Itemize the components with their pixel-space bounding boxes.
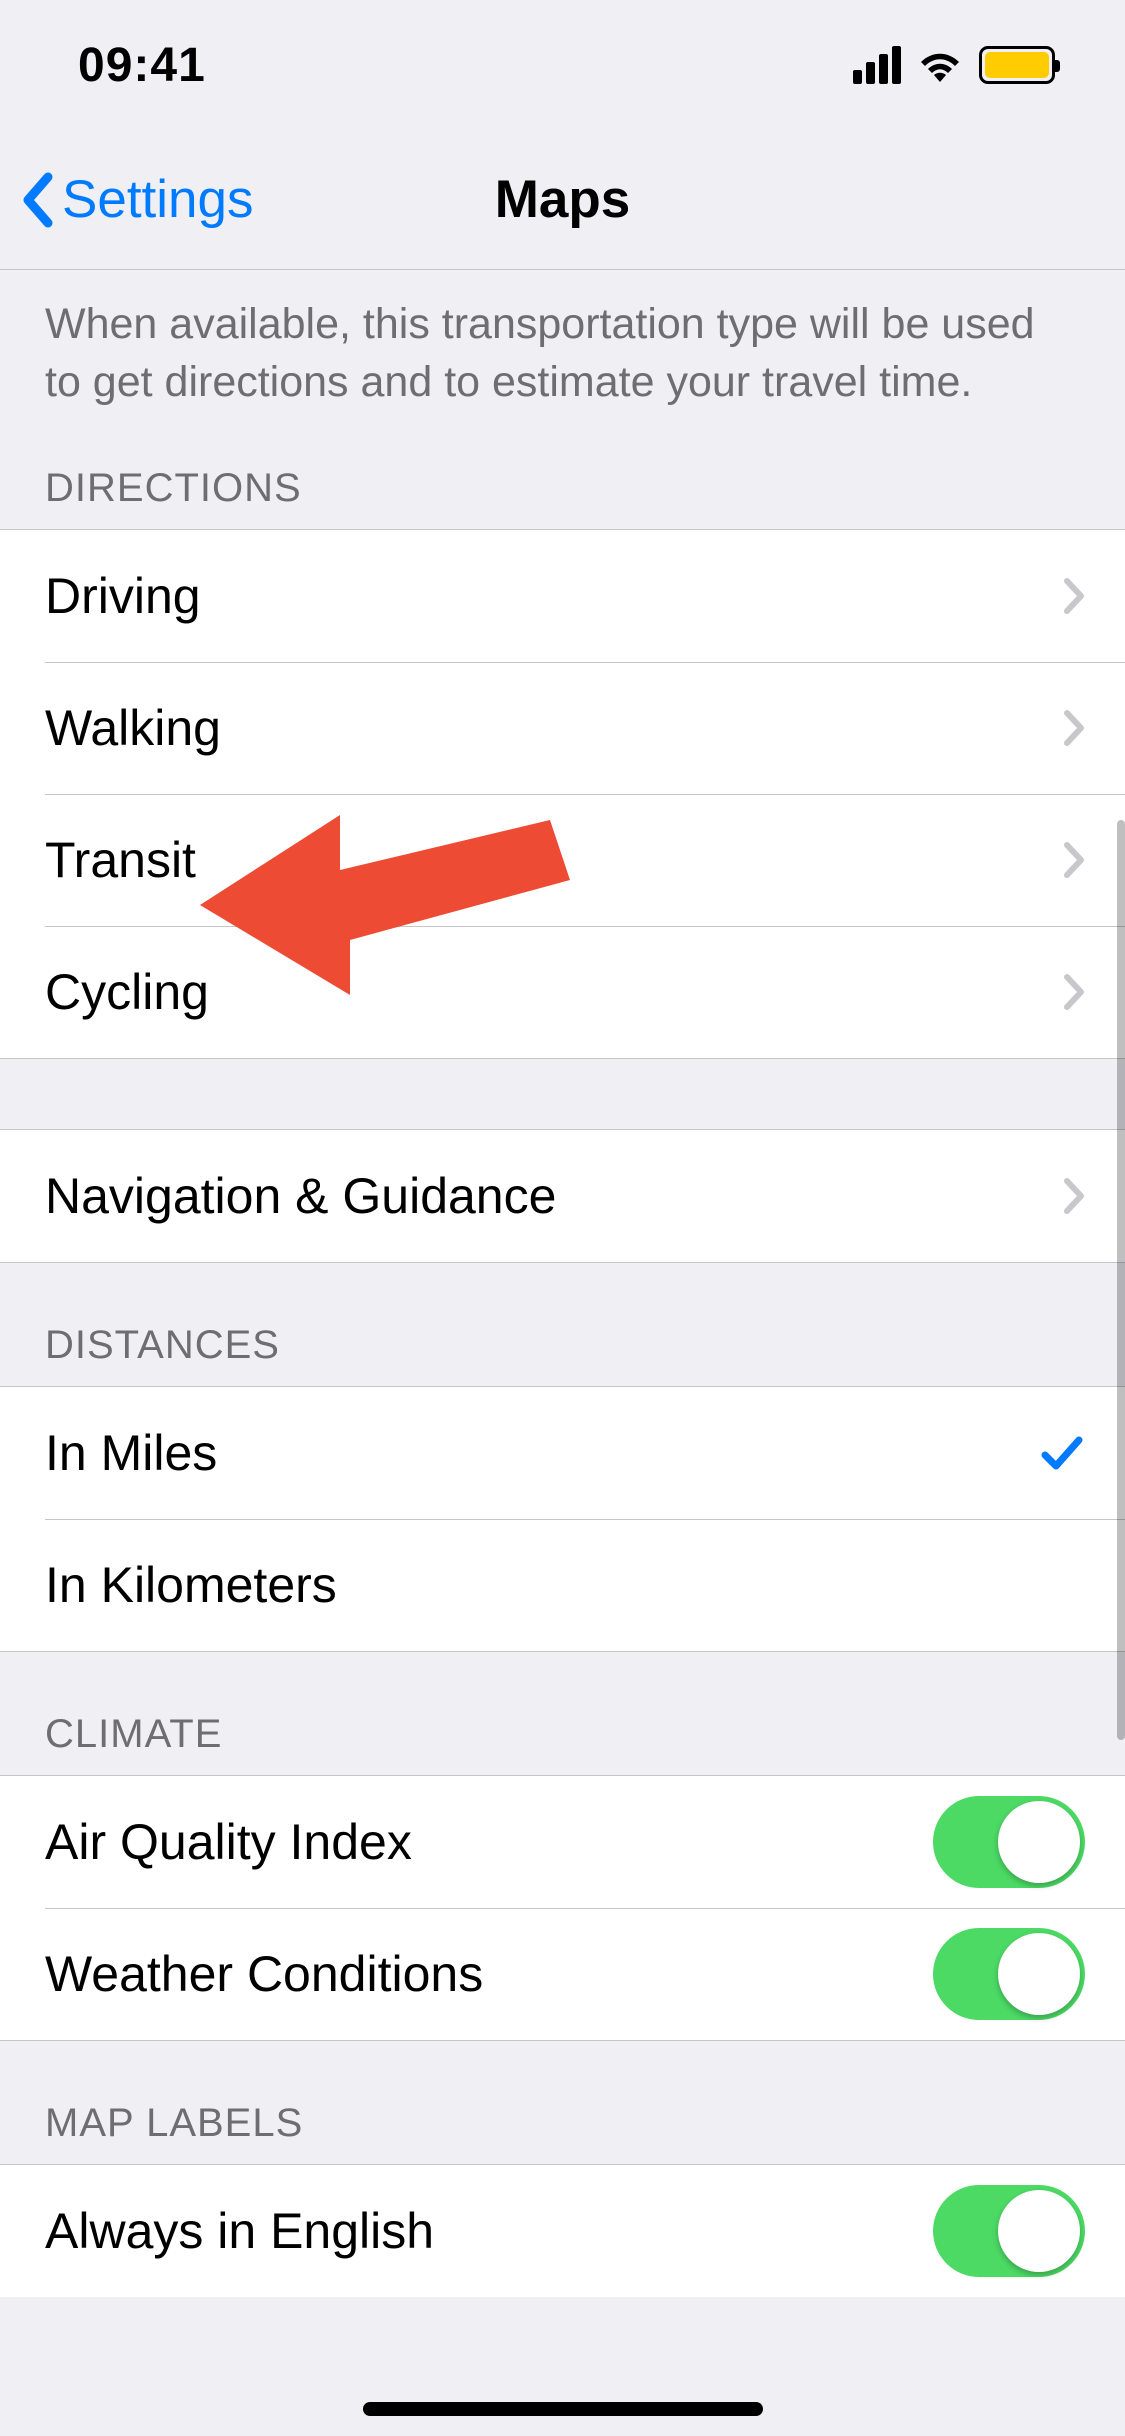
checkmark-icon <box>1039 1430 1085 1476</box>
row-cycling[interactable]: Cycling <box>0 926 1125 1058</box>
row-label: In Miles <box>45 1424 1039 1482</box>
navigation-bar: Settings Maps <box>0 130 1125 270</box>
row-driving[interactable]: Driving <box>0 530 1125 662</box>
distances-group: In Miles In Kilometers <box>0 1386 1125 1652</box>
toggle-switch[interactable] <box>933 1928 1085 2020</box>
row-label: Weather Conditions <box>45 1945 933 2003</box>
row-air-quality-index[interactable]: Air Quality Index <box>0 1776 1125 1908</box>
row-label: Navigation & Guidance <box>45 1167 1063 1225</box>
chevron-right-icon <box>1063 973 1085 1011</box>
section-description: When available, this transportation type… <box>0 270 1125 446</box>
directions-group: Driving Walking Transit Cycling <box>0 529 1125 1059</box>
row-weather-conditions[interactable]: Weather Conditions <box>0 1908 1125 2040</box>
chevron-right-icon <box>1063 577 1085 615</box>
row-always-in-english[interactable]: Always in English <box>0 2165 1125 2297</box>
battery-icon <box>979 46 1055 84</box>
home-indicator[interactable] <box>363 2402 763 2416</box>
row-label: In Kilometers <box>45 1556 1085 1614</box>
status-time: 09:41 <box>78 38 206 93</box>
back-button[interactable]: Settings <box>20 169 254 230</box>
row-label: Walking <box>45 699 1063 757</box>
chevron-left-icon <box>20 171 54 229</box>
chevron-right-icon <box>1063 709 1085 747</box>
row-label: Always in English <box>45 2202 933 2260</box>
row-label: Transit <box>45 831 1063 889</box>
section-header-distances: DISTANCES <box>0 1263 1125 1386</box>
cellular-signal-icon <box>853 46 901 84</box>
chevron-right-icon <box>1063 1177 1085 1215</box>
row-navigation-guidance[interactable]: Navigation & Guidance <box>0 1130 1125 1262</box>
nav-guidance-group: Navigation & Guidance <box>0 1129 1125 1263</box>
section-header-directions: DIRECTIONS <box>0 446 1125 529</box>
row-label: Driving <box>45 567 1063 625</box>
row-label: Air Quality Index <box>45 1813 933 1871</box>
section-header-map-labels: MAP LABELS <box>0 2041 1125 2164</box>
toggle-switch[interactable] <box>933 2185 1085 2277</box>
scroll-indicator <box>1117 820 1125 1740</box>
status-bar: 09:41 <box>0 0 1125 130</box>
row-label: Cycling <box>45 963 1063 1021</box>
status-icons <box>853 46 1055 84</box>
climate-group: Air Quality Index Weather Conditions <box>0 1775 1125 2041</box>
row-walking[interactable]: Walking <box>0 662 1125 794</box>
section-header-climate: CLIMATE <box>0 1652 1125 1775</box>
toggle-switch[interactable] <box>933 1796 1085 1888</box>
row-transit[interactable]: Transit <box>0 794 1125 926</box>
chevron-right-icon <box>1063 841 1085 879</box>
map-labels-group: Always in English <box>0 2164 1125 2297</box>
back-label: Settings <box>62 169 254 230</box>
row-in-miles[interactable]: In Miles <box>0 1387 1125 1519</box>
wifi-icon <box>915 46 965 84</box>
row-in-kilometers[interactable]: In Kilometers <box>0 1519 1125 1651</box>
